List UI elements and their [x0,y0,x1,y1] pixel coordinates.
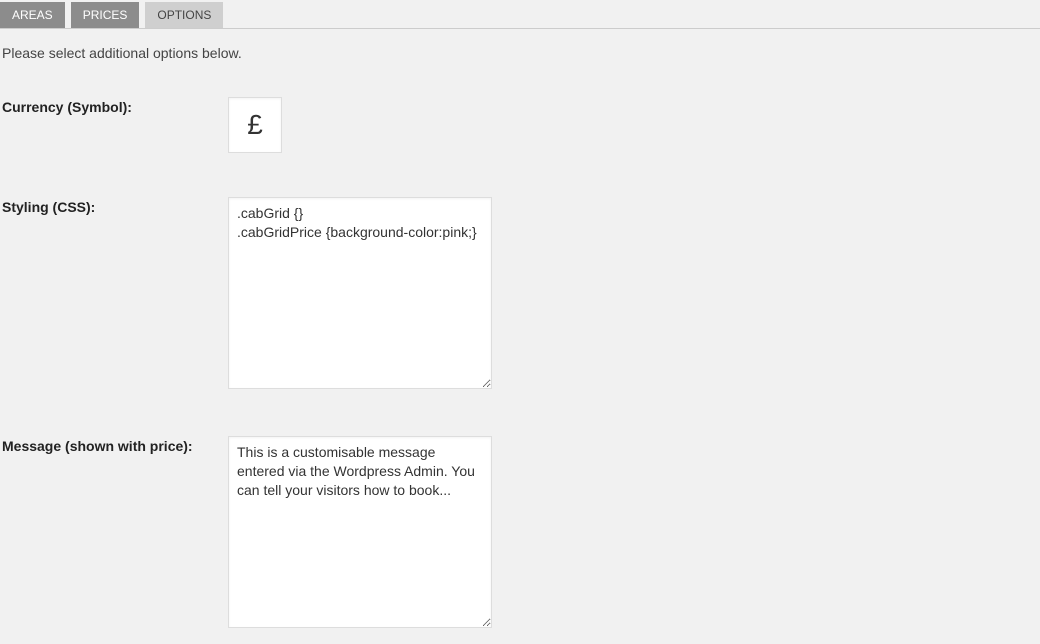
message-row: Message (shown with price): [2,436,1040,631]
tab-options[interactable]: OPTIONS [145,2,223,28]
styling-label: Styling (CSS): [2,197,228,215]
options-panel: Please select additional options below. … [0,29,1040,631]
currency-label: Currency (Symbol): [2,97,228,115]
styling-row: Styling (CSS): [2,197,1040,392]
message-textarea[interactable] [228,436,492,628]
intro-text: Please select additional options below. [2,45,1040,61]
tabs-bar: AREAS PRICES OPTIONS [0,0,1040,29]
currency-row: Currency (Symbol): [2,97,1040,153]
message-label: Message (shown with price): [2,436,228,454]
tab-areas[interactable]: AREAS [0,2,65,28]
tab-prices[interactable]: PRICES [71,2,140,28]
styling-textarea[interactable] [228,197,492,389]
currency-input[interactable] [228,97,282,153]
